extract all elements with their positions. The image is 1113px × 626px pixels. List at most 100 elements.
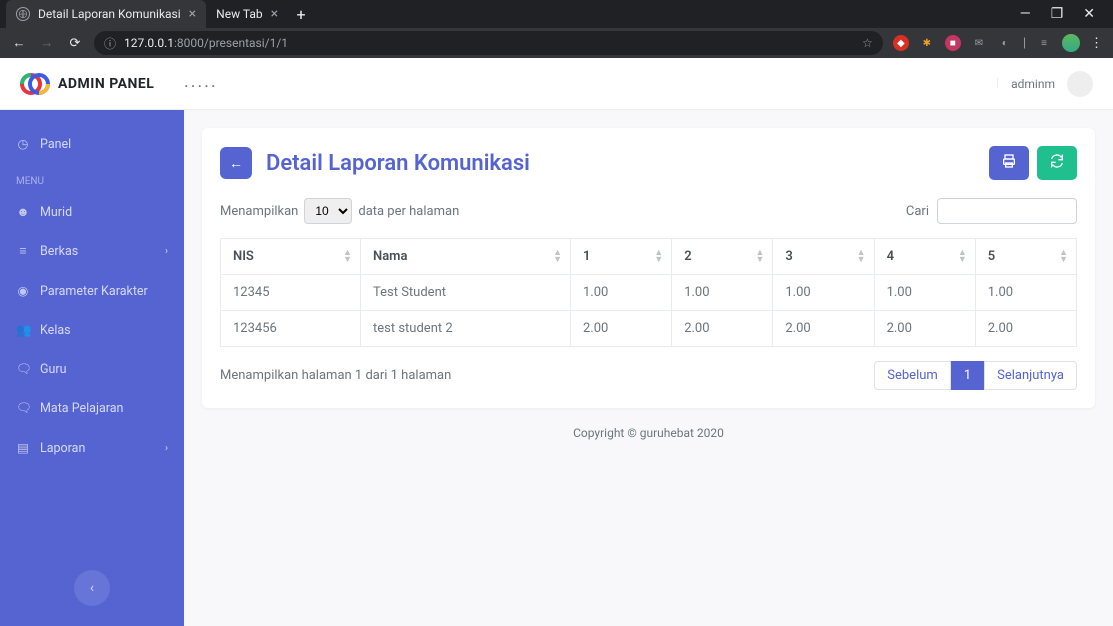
extension-icon[interactable]: ✱	[919, 35, 935, 51]
sidebar-item-label: Berkas	[40, 244, 78, 259]
cell-nis: 123456	[221, 311, 361, 347]
cell-v: 2.00	[773, 311, 874, 347]
brand-wrap[interactable]: ADMIN PANEL	[20, 69, 154, 99]
address-bar-row: ← → ⟳ ⓘ 127.0.0.1:8000/presentasi/1/1 ☆ …	[0, 28, 1113, 58]
col-3[interactable]: 3▲▼	[773, 239, 874, 275]
sidebar-item-murid[interactable]: ☻ Murid	[0, 193, 184, 232]
page-number-button[interactable]: 1	[951, 361, 984, 390]
extension-icon[interactable]: ■	[945, 35, 961, 51]
browser-chrome: Detail Laporan Komunikasi × New Tab × + …	[0, 0, 1113, 58]
sidebar-item-panel[interactable]: ◷ Panel	[0, 124, 184, 164]
body-row: ◷ Panel MENU ☻ Murid ≡ Berkas › ◉ Parame…	[0, 110, 1113, 626]
browser-tab-active[interactable]: Detail Laporan Komunikasi ×	[6, 0, 206, 28]
search-input[interactable]	[937, 198, 1077, 224]
minimize-icon[interactable]: —	[1020, 6, 1031, 22]
sort-icon: ▲▼	[553, 250, 562, 264]
sidebar-item-mata-pelajaran[interactable]: 🗨 Mata Pelajaran	[0, 389, 184, 428]
col-nama[interactable]: Nama▲▼	[361, 239, 571, 275]
group-icon: 👥	[16, 323, 30, 338]
extension-icon[interactable]: ◆	[893, 35, 909, 51]
browser-tab-title: New Tab	[216, 7, 262, 21]
chrome-menu-icon[interactable]: ⋮	[1090, 36, 1103, 51]
sidebar-header: MENU	[0, 164, 184, 193]
sidebar-item-label: Guru	[40, 362, 67, 377]
username-label[interactable]: adminm	[1011, 77, 1055, 91]
card-header: ← Detail Laporan Komunikasi	[220, 146, 1077, 180]
col-label: 2	[684, 249, 691, 264]
close-window-icon[interactable]: ✕	[1083, 6, 1095, 22]
window-controls: — ❐ ✕	[1020, 6, 1107, 22]
close-icon[interactable]: ×	[189, 6, 196, 22]
reload-icon[interactable]: ⟳	[66, 36, 84, 51]
perpage-prefix: Menampilkan	[220, 204, 298, 219]
logo-icon	[20, 69, 50, 99]
forward-icon[interactable]: →	[38, 35, 56, 51]
sort-icon: ▲▼	[1059, 250, 1068, 264]
sidebar-item-label: Murid	[40, 205, 72, 220]
col-label: 3	[785, 249, 792, 264]
main-content: ← Detail Laporan Komunikasi	[184, 110, 1113, 626]
sidebar-item-guru[interactable]: 🗨 Guru	[0, 350, 184, 389]
sidebar: ◷ Panel MENU ☻ Murid ≡ Berkas › ◉ Parame…	[0, 110, 184, 626]
person-icon: ☻	[16, 205, 30, 220]
maximize-icon[interactable]: ❐	[1051, 6, 1064, 22]
new-tab-button[interactable]: +	[288, 1, 314, 27]
sidebar-item-label: Parameter Karakter	[40, 284, 148, 299]
sidebar-item-laporan[interactable]: ▤ Laporan ›	[0, 428, 184, 468]
sidebar-item-label: Laporan	[40, 441, 85, 456]
topbar-dots[interactable]: .....	[184, 76, 218, 91]
print-button[interactable]	[989, 146, 1029, 180]
arrow-left-icon: ←	[229, 155, 243, 172]
cell-v: 1.00	[773, 275, 874, 311]
page-info: Menampilkan halaman 1 dari 1 halaman	[220, 368, 451, 383]
extension-icon[interactable]: ✉	[971, 35, 987, 51]
refresh-icon	[1049, 153, 1065, 173]
col-2[interactable]: 2 ▲▼	[672, 239, 773, 275]
url-bar[interactable]: ⓘ 127.0.0.1:8000/presentasi/1/1 ☆	[94, 31, 883, 55]
globe-icon	[16, 7, 30, 21]
tabs-row: Detail Laporan Komunikasi × New Tab × + …	[0, 0, 1113, 28]
col-nis[interactable]: NIS▲▼	[221, 239, 361, 275]
sidebar-item-kelas[interactable]: 👥 Kelas	[0, 311, 184, 350]
sidebar-item-parameter[interactable]: ◉ Parameter Karakter	[0, 271, 184, 311]
table-controls: Menampilkan 10 data per halaman Cari	[220, 198, 1077, 224]
sort-icon: ▲▼	[755, 250, 764, 264]
back-button[interactable]: ←	[220, 147, 252, 179]
url-host: 127.0.0.1	[124, 36, 174, 50]
extension-icon[interactable]: ◐	[997, 35, 1013, 51]
app-root: ADMIN PANEL ..... | adminm ◷ Panel MENU …	[0, 58, 1113, 626]
col-1[interactable]: 1▲▼	[571, 239, 672, 275]
back-icon[interactable]: ←	[10, 35, 28, 51]
profile-avatar-icon[interactable]	[1062, 34, 1080, 52]
chevron-right-icon: ›	[165, 246, 168, 257]
extension-icon[interactable]: ≡	[1036, 35, 1052, 51]
browser-tab[interactable]: New Tab ×	[206, 0, 288, 28]
cell-v: 2.00	[874, 311, 975, 347]
page-prev-button[interactable]: Sebelum	[874, 361, 951, 390]
site-info-icon[interactable]: ⓘ	[104, 35, 116, 52]
cell-v: 1.00	[571, 275, 672, 311]
sort-icon: ▲▼	[958, 250, 967, 264]
user-avatar[interactable]	[1067, 71, 1093, 97]
refresh-button[interactable]	[1037, 146, 1077, 180]
table-row: 12345 Test Student 1.00 1.00 1.00 1.00 1…	[221, 275, 1077, 311]
dot-icon: ◉	[16, 283, 30, 299]
star-icon[interactable]: ☆	[862, 36, 873, 50]
file-icon: ▤	[16, 440, 30, 456]
close-icon[interactable]: ×	[271, 6, 278, 22]
sidebar-item-label: Panel	[40, 137, 71, 152]
chevron-right-icon: ›	[165, 443, 168, 454]
cell-v: 1.00	[975, 275, 1076, 311]
search-wrap: Cari	[906, 198, 1077, 224]
sidebar-collapse-button[interactable]: ‹	[74, 570, 110, 606]
col-4[interactable]: 4▲▼	[874, 239, 975, 275]
page-next-button[interactable]: Selanjutnya	[984, 361, 1077, 390]
col-5[interactable]: 5▲▼	[975, 239, 1076, 275]
bars-icon: ≡	[16, 244, 30, 259]
sidebar-item-berkas[interactable]: ≡ Berkas ›	[0, 232, 184, 271]
card: ← Detail Laporan Komunikasi	[202, 128, 1095, 408]
browser-tab-title: Detail Laporan Komunikasi	[38, 7, 181, 21]
perpage-select[interactable]: 10	[304, 198, 352, 224]
topbar-right: | adminm	[996, 71, 1093, 97]
cell-v: 2.00	[975, 311, 1076, 347]
